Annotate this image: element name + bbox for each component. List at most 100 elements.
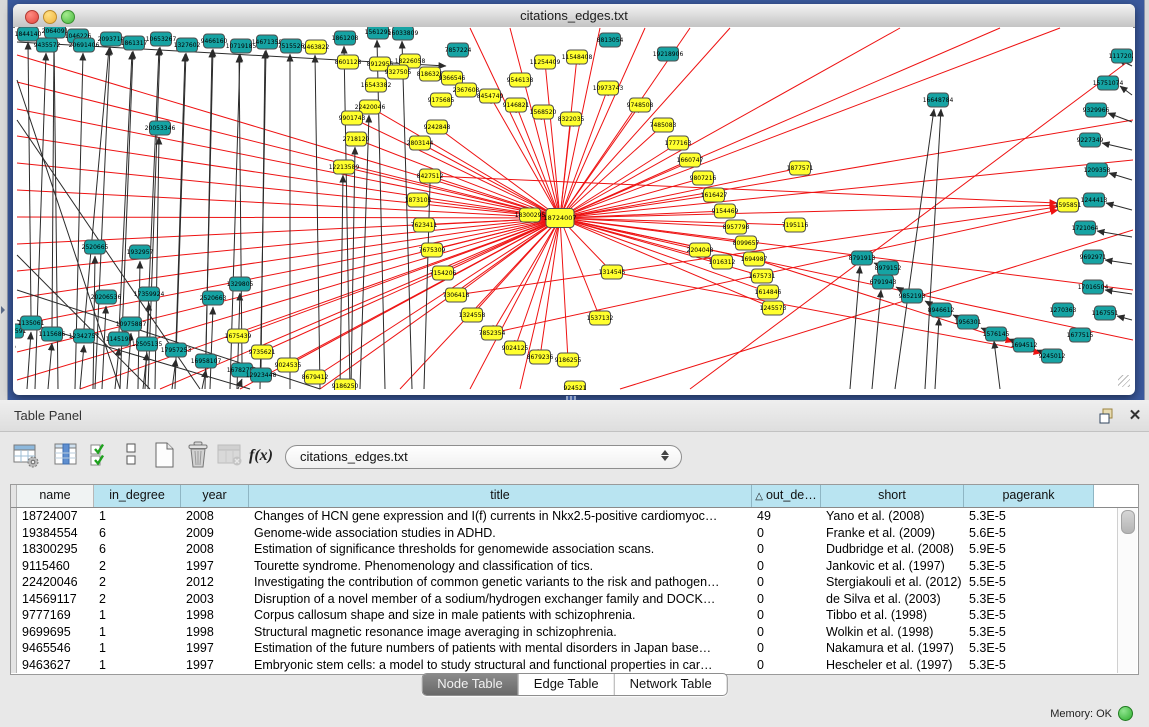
cell-in_degree[interactable]: 6 [94, 525, 181, 542]
cell-in_degree[interactable]: 1 [94, 657, 181, 674]
cell-title[interactable]: Genome-wide association studies in ADHD. [249, 525, 752, 542]
cell-short[interactable]: de Silva et al. (2003) [821, 591, 964, 608]
graph-edge[interactable] [1105, 260, 1132, 264]
cell-out_degree[interactable]: 0 [752, 558, 821, 575]
cell-out_degree[interactable]: 0 [752, 541, 821, 558]
graph-edge[interactable] [1109, 173, 1132, 180]
cell-short[interactable]: Tibbo et al. (1998) [821, 607, 964, 624]
column-header-year[interactable]: year [181, 485, 249, 507]
table-row[interactable]: 946554611997Estimation of the future num… [11, 640, 1138, 657]
graph-edge[interactable] [560, 28, 900, 218]
table-row[interactable]: 969969511998Structural magnetic resonanc… [11, 624, 1138, 641]
graph-edge[interactable] [17, 218, 560, 298]
graph-edge[interactable] [27, 332, 31, 389]
graph-edge[interactable] [315, 55, 320, 389]
cell-out_degree[interactable]: 0 [752, 607, 821, 624]
cell-name[interactable]: 22420046 [17, 574, 94, 591]
table-scrollbar[interactable] [1117, 508, 1137, 673]
select-columns-button[interactable] [88, 440, 114, 472]
cell-pagerank[interactable]: 5.3E-5 [964, 591, 1094, 608]
cell-pagerank[interactable]: 5.3E-5 [964, 607, 1094, 624]
tab-node-table[interactable]: Node Table [422, 674, 518, 695]
table-row[interactable]: 1938455462009Genome-wide association stu… [11, 525, 1138, 542]
cell-short[interactable]: Dudbridge et al. (2008) [821, 541, 964, 558]
graph-edge[interactable] [560, 168, 800, 218]
graph-edge[interactable] [560, 143, 678, 218]
graph-edge[interactable] [93, 256, 95, 389]
table-row[interactable]: 2242004622012Investigating the contribut… [11, 574, 1138, 591]
cell-short[interactable]: Nakamura et al. (1997) [821, 640, 964, 657]
cell-in_degree[interactable]: 1 [94, 607, 181, 624]
delete-column-button[interactable] [184, 440, 214, 472]
cell-year[interactable]: 2012 [181, 574, 249, 591]
cell-name[interactable]: 14569117 [17, 591, 94, 608]
cell-pagerank[interactable]: 5.6E-5 [964, 525, 1094, 542]
cell-pagerank[interactable]: 5.9E-5 [964, 541, 1094, 558]
canvas-resize-grip[interactable] [1118, 375, 1130, 387]
cell-name[interactable]: 19384554 [17, 525, 94, 542]
cell-pagerank[interactable]: 5.3E-5 [964, 657, 1094, 674]
left-panel-edge[interactable] [0, 0, 8, 400]
cell-short[interactable]: Stergiakouli et al. (2012) [821, 574, 964, 591]
right-panel-edge[interactable] [1144, 0, 1149, 400]
graph-edge[interactable] [17, 190, 560, 218]
scrollbar-thumb[interactable] [1121, 510, 1135, 534]
column-header-short[interactable]: short [821, 485, 964, 507]
graph-edge[interactable] [560, 28, 1000, 218]
graph-edge[interactable] [17, 55, 560, 218]
table-row[interactable]: 977716911998Corpus callosum shape and si… [11, 607, 1138, 624]
cell-short[interactable]: Yano et al. (2008) [821, 508, 964, 525]
graph-edge[interactable] [1120, 86, 1132, 95]
graph-edge[interactable] [925, 109, 941, 389]
show-columns-button[interactable] [52, 440, 82, 472]
memory-status-indicator[interactable] [1118, 706, 1133, 721]
cell-out_degree[interactable]: 0 [752, 574, 821, 591]
cell-in_degree[interactable]: 6 [94, 541, 181, 558]
graph-edge[interactable] [690, 60, 1130, 389]
graph-edge[interactable] [994, 341, 1000, 389]
graph-edge[interactable] [1105, 290, 1132, 294]
graph-edge[interactable] [84, 48, 109, 329]
graph-edge[interactable] [48, 343, 52, 389]
cell-in_degree[interactable]: 2 [94, 574, 181, 591]
graph-edge[interactable] [1117, 316, 1132, 320]
cell-pagerank[interactable]: 5.3E-5 [964, 624, 1094, 641]
graph-edge[interactable] [52, 39, 54, 327]
cell-out_degree[interactable]: 0 [752, 640, 821, 657]
column-header-name[interactable]: name [17, 485, 94, 507]
graph-edge[interactable] [935, 318, 939, 389]
cell-in_degree[interactable]: 1 [94, 508, 181, 525]
graph-edge[interactable] [540, 218, 560, 357]
graph-edge[interactable] [262, 218, 560, 352]
panel-expand-handle[interactable] [1, 306, 5, 314]
graph-edge[interactable] [895, 109, 934, 389]
cell-out_degree[interactable]: 0 [752, 657, 821, 674]
table-row[interactable]: 911546021997Tourette syndrome. Phenomeno… [11, 558, 1138, 575]
cell-title[interactable]: Estimation of significance thresholds fo… [249, 541, 752, 558]
column-header-in_degree[interactable]: in_degree [94, 485, 181, 507]
cell-year[interactable]: 1997 [181, 657, 249, 674]
cell-title[interactable]: Structural magnetic resonance image aver… [249, 624, 752, 641]
graph-edge[interactable] [356, 139, 560, 218]
cell-year[interactable]: 2008 [181, 508, 249, 525]
cell-title[interactable]: Embryonic stem cells: a model to study s… [249, 657, 752, 674]
cell-in_degree[interactable]: 2 [94, 558, 181, 575]
cell-title[interactable]: Tourette syndrome. Phenomenology and cla… [249, 558, 752, 575]
cell-out_degree[interactable]: 0 [752, 624, 821, 641]
cell-title[interactable]: Changes of HCN gene expression and I(f) … [249, 508, 752, 525]
cell-short[interactable]: Hescheler et al. (1997) [821, 657, 964, 674]
tab-network-table[interactable]: Network Table [614, 674, 727, 695]
graph-edge[interactable] [206, 50, 212, 354]
graph-edge[interactable] [560, 218, 568, 360]
cell-in_degree[interactable]: 1 [94, 640, 181, 657]
cell-name[interactable]: 9699695 [17, 624, 94, 641]
cell-name[interactable]: 9115460 [17, 558, 94, 575]
network-canvas[interactable]: 1844140206409110462269435572206914062093… [15, 27, 1133, 390]
table-settings-button[interactable] [12, 440, 42, 472]
column-header-title[interactable]: title [249, 485, 752, 507]
graph-edge[interactable] [1108, 113, 1132, 122]
table-row[interactable]: 1872400712008Changes of HCN gene express… [11, 508, 1138, 525]
cell-title[interactable]: Investigating the contribution of common… [249, 574, 752, 591]
cell-name[interactable]: 9463627 [17, 657, 94, 674]
graph-edge[interactable] [17, 82, 560, 218]
